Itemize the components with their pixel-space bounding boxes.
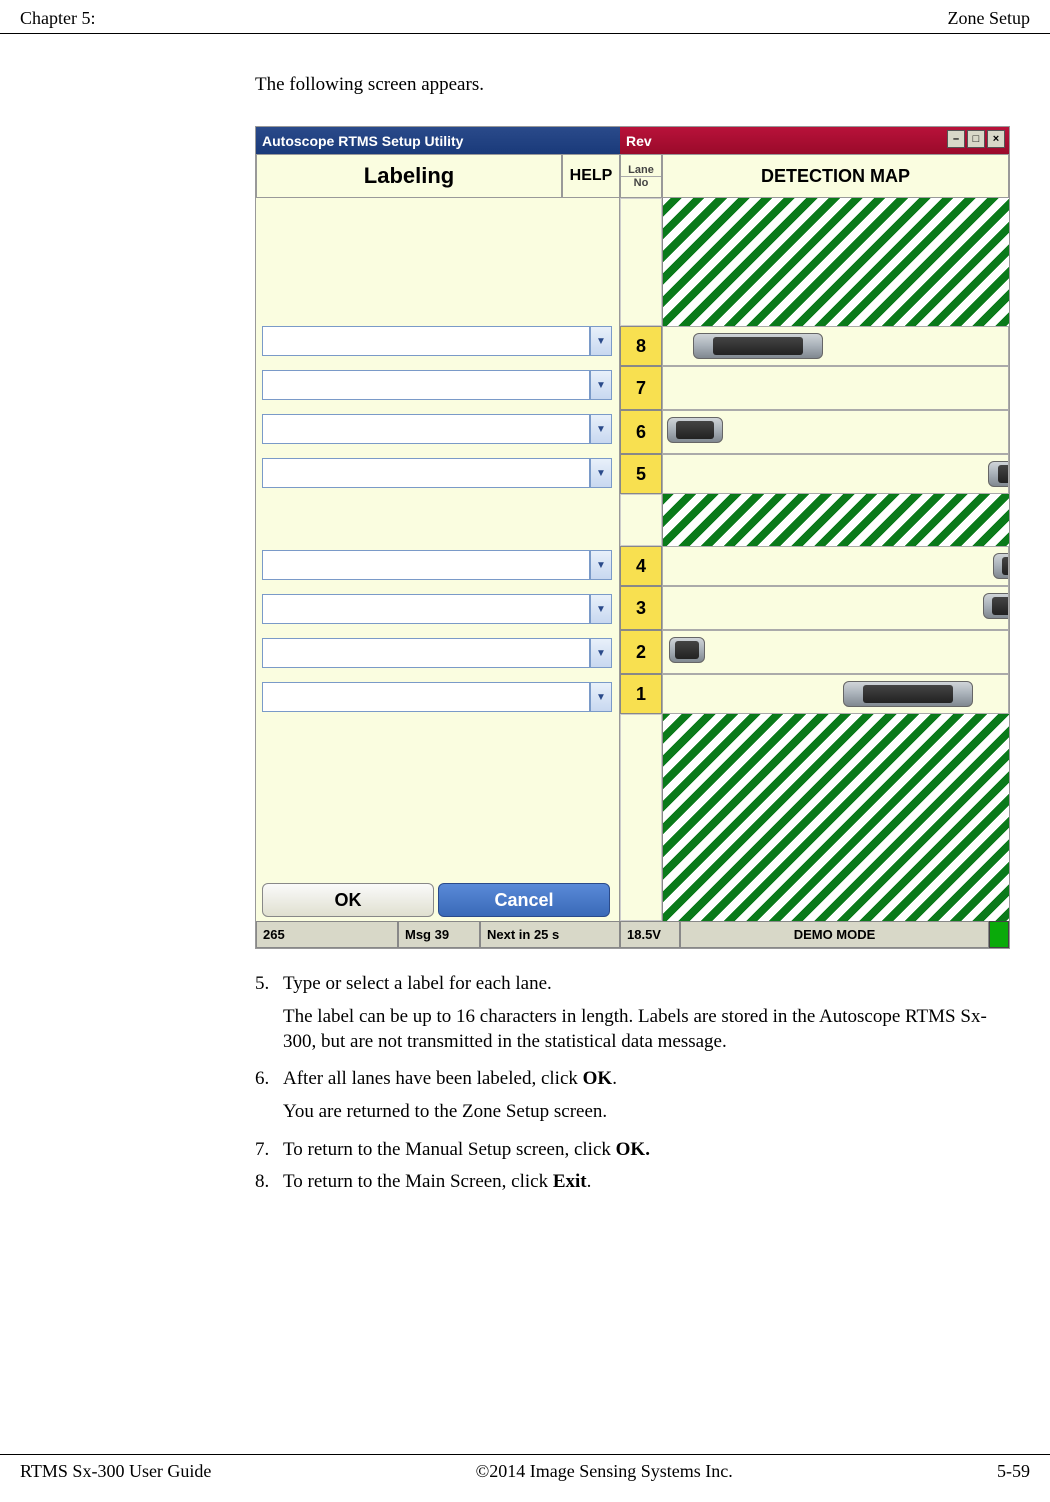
lane-number: 4 xyxy=(620,546,662,586)
intro-text: The following screen appears. xyxy=(255,74,1030,96)
lane-input[interactable] xyxy=(262,682,590,712)
chevron-down-icon[interactable]: ▼ xyxy=(590,682,612,712)
traffic-lane-5 xyxy=(662,454,1009,494)
help-button[interactable]: HELP xyxy=(562,154,620,198)
traffic-lane-2 xyxy=(662,630,1009,674)
minimize-icon[interactable]: – xyxy=(947,130,965,148)
step-number: 6. xyxy=(255,1068,283,1090)
footer-left: RTMS Sx-300 User Guide xyxy=(20,1461,211,1482)
chevron-down-icon[interactable]: ▼ xyxy=(590,326,612,356)
labeling-panel: ▼ ▼ ▼ ▼ ▼ xyxy=(256,198,620,921)
status-next: Next in 25 s xyxy=(480,921,620,948)
section-label: Zone Setup xyxy=(948,8,1031,29)
lane-number: 8 xyxy=(620,326,662,366)
lane-label-combo-6[interactable]: ▼ xyxy=(262,414,612,444)
status-msg: Msg 39 xyxy=(398,921,480,948)
vehicle-icon xyxy=(843,681,973,707)
status-mode: DEMO MODE xyxy=(680,921,989,948)
ok-button[interactable]: OK xyxy=(262,883,434,917)
step-text: After all lanes have been labeled, click… xyxy=(283,1068,1000,1090)
chevron-down-icon[interactable]: ▼ xyxy=(590,370,612,400)
chevron-down-icon[interactable]: ▼ xyxy=(590,414,612,444)
vehicle-icon xyxy=(993,553,1009,579)
lane-input[interactable] xyxy=(262,458,590,488)
lane-no-header: Lane No xyxy=(620,154,662,198)
chapter-label: Chapter 5: xyxy=(20,8,95,29)
step-text: To return to the Manual Setup screen, cl… xyxy=(283,1139,1000,1161)
labeling-heading: Labeling xyxy=(256,154,562,198)
lane-label-combo-8[interactable]: ▼ xyxy=(262,326,612,356)
traffic-lane-8 xyxy=(662,326,1009,366)
lane-input[interactable] xyxy=(262,326,590,356)
detection-map-heading: DETECTION MAP xyxy=(662,154,1009,198)
no-detection-zone xyxy=(662,494,1009,546)
lane-input[interactable] xyxy=(262,414,590,444)
lane-number: 3 xyxy=(620,586,662,630)
step-text: To return to the Main Screen, click Exit… xyxy=(283,1171,1000,1193)
traffic-lane-7 xyxy=(662,366,1009,410)
lane-number-column: 8 7 6 5 4 3 2 1 xyxy=(620,198,662,921)
lane-input[interactable] xyxy=(262,370,590,400)
no-detection-zone xyxy=(662,198,1009,326)
step-text: Type or select a label for each lane. xyxy=(283,973,1000,995)
lane-input[interactable] xyxy=(262,550,590,580)
no-detection-zone xyxy=(662,714,1009,921)
lane-number: 2 xyxy=(620,630,662,674)
step-sub-text: You are returned to the Zone Setup scree… xyxy=(283,1100,1000,1125)
close-icon[interactable]: × xyxy=(987,130,1005,148)
lane-number: 7 xyxy=(620,366,662,410)
instructions: 5. Type or select a label for each lane.… xyxy=(255,973,1030,1193)
chevron-down-icon[interactable]: ▼ xyxy=(590,458,612,488)
cancel-button[interactable]: Cancel xyxy=(438,883,610,917)
app-screenshot: Autoscope RTMS Setup Utility Rev – □ × L… xyxy=(255,126,1010,949)
traffic-lane-3 xyxy=(662,586,1009,630)
status-voltage: 18.5V xyxy=(620,921,680,948)
step-number: 8. xyxy=(255,1171,283,1193)
maximize-icon[interactable]: □ xyxy=(967,130,985,148)
traffic-lane-4 xyxy=(662,546,1009,586)
vehicle-icon xyxy=(983,593,1009,619)
chevron-down-icon[interactable]: ▼ xyxy=(590,594,612,624)
status-bar: 265 Msg 39 Next in 25 s 18.5V DEMO MODE xyxy=(256,921,1009,948)
traffic-lane-1 xyxy=(662,674,1009,714)
step-sub-text: The label can be up to 16 characters in … xyxy=(283,1005,1000,1054)
window-title-left: Autoscope RTMS Setup Utility xyxy=(256,127,620,154)
lane-label-combo-4[interactable]: ▼ xyxy=(262,550,612,580)
lane-label-combo-1[interactable]: ▼ xyxy=(262,682,612,712)
detection-map-panel xyxy=(662,198,1009,921)
footer-right: 5-59 xyxy=(997,1461,1030,1482)
lane-number: 1 xyxy=(620,674,662,714)
footer-center: ©2014 Image Sensing Systems Inc. xyxy=(476,1461,733,1482)
page-footer: RTMS Sx-300 User Guide ©2014 Image Sensi… xyxy=(0,1454,1050,1482)
lane-label-combo-3[interactable]: ▼ xyxy=(262,594,612,624)
lane-label-combo-7[interactable]: ▼ xyxy=(262,370,612,400)
step-number: 5. xyxy=(255,973,283,995)
chevron-down-icon[interactable]: ▼ xyxy=(590,638,612,668)
vehicle-icon xyxy=(988,461,1009,487)
vehicle-icon xyxy=(693,333,823,359)
traffic-lane-6 xyxy=(662,410,1009,454)
vehicle-icon xyxy=(669,637,705,663)
lane-input[interactable] xyxy=(262,638,590,668)
chevron-down-icon[interactable]: ▼ xyxy=(590,550,612,580)
lane-label-combo-2[interactable]: ▼ xyxy=(262,638,612,668)
status-value: 265 xyxy=(256,921,398,948)
vehicle-icon xyxy=(667,417,723,443)
lane-input[interactable] xyxy=(262,594,590,624)
status-led-icon xyxy=(989,921,1009,948)
lane-number: 5 xyxy=(620,454,662,494)
page-header: Chapter 5: Zone Setup xyxy=(0,0,1050,34)
window-title-right: Rev – □ × xyxy=(620,127,1009,154)
lane-label-combo-5[interactable]: ▼ xyxy=(262,458,612,488)
lane-number: 6 xyxy=(620,410,662,454)
step-number: 7. xyxy=(255,1139,283,1161)
